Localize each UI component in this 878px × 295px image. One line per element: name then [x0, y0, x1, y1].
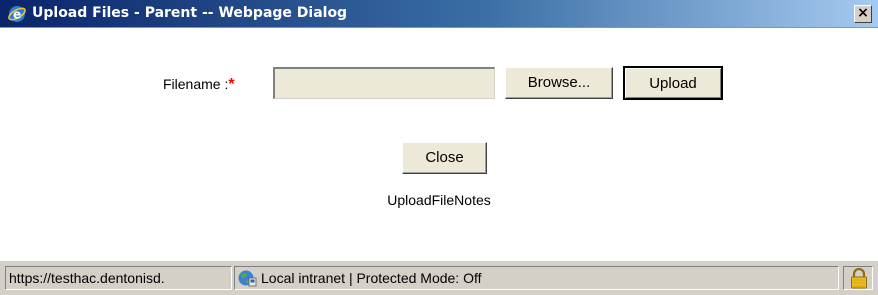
browse-button[interactable]: Browse... [505, 67, 613, 99]
security-zone[interactable]: Local intranet | Protected Mode: Off [234, 266, 839, 290]
status-url: https://testhac.dentonisd. [5, 266, 232, 290]
close-button[interactable]: Close [402, 142, 487, 174]
globe-icon [238, 270, 257, 287]
filename-label-text: Filename : [163, 76, 229, 92]
upload-button[interactable]: Upload [623, 66, 723, 100]
window-title: Upload Files - Parent -- Webpage Dialog [32, 5, 348, 21]
upload-file-notes: UploadFileNotes [387, 192, 491, 208]
filename-label: Filename :* [163, 76, 235, 94]
protected-mode-cell[interactable] [843, 266, 873, 290]
title-bar: e Upload Files - Parent -- Webpage Dialo… [0, 0, 878, 28]
zone-text: Local intranet | Protected Mode: Off [261, 270, 482, 286]
filename-input[interactable] [273, 67, 495, 99]
status-bar: https://testhac.dentonisd. Local intrane… [0, 260, 878, 295]
window-close-button[interactable]: × [854, 5, 872, 23]
svg-text:e: e [13, 8, 21, 22]
dialog-content: Filename :* Browse... Upload Close Uploa… [0, 28, 878, 260]
required-marker: * [228, 76, 235, 93]
ie-icon: e [8, 6, 26, 22]
lock-icon [851, 268, 867, 289]
